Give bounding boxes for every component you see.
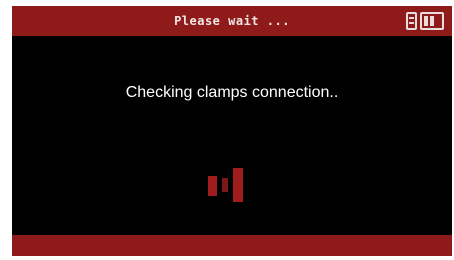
device-screen: Please wait ... Checking clamps connecti… xyxy=(12,6,452,256)
sd-card-icon xyxy=(406,12,417,30)
spinner-bar xyxy=(222,178,228,192)
battery-segment-empty xyxy=(436,16,440,26)
battery-segment xyxy=(430,16,434,26)
title-bar: Please wait ... xyxy=(12,6,452,36)
status-icons xyxy=(406,12,444,30)
battery-icon xyxy=(420,12,444,30)
bottom-bar xyxy=(12,235,452,256)
loading-spinner-icon xyxy=(208,166,256,204)
window-title: Please wait ... xyxy=(174,14,290,28)
battery-segment xyxy=(424,16,428,26)
status-message: Checking clamps connection.. xyxy=(125,84,339,101)
spinner-bar xyxy=(233,168,243,202)
spinner-bar xyxy=(208,176,217,196)
